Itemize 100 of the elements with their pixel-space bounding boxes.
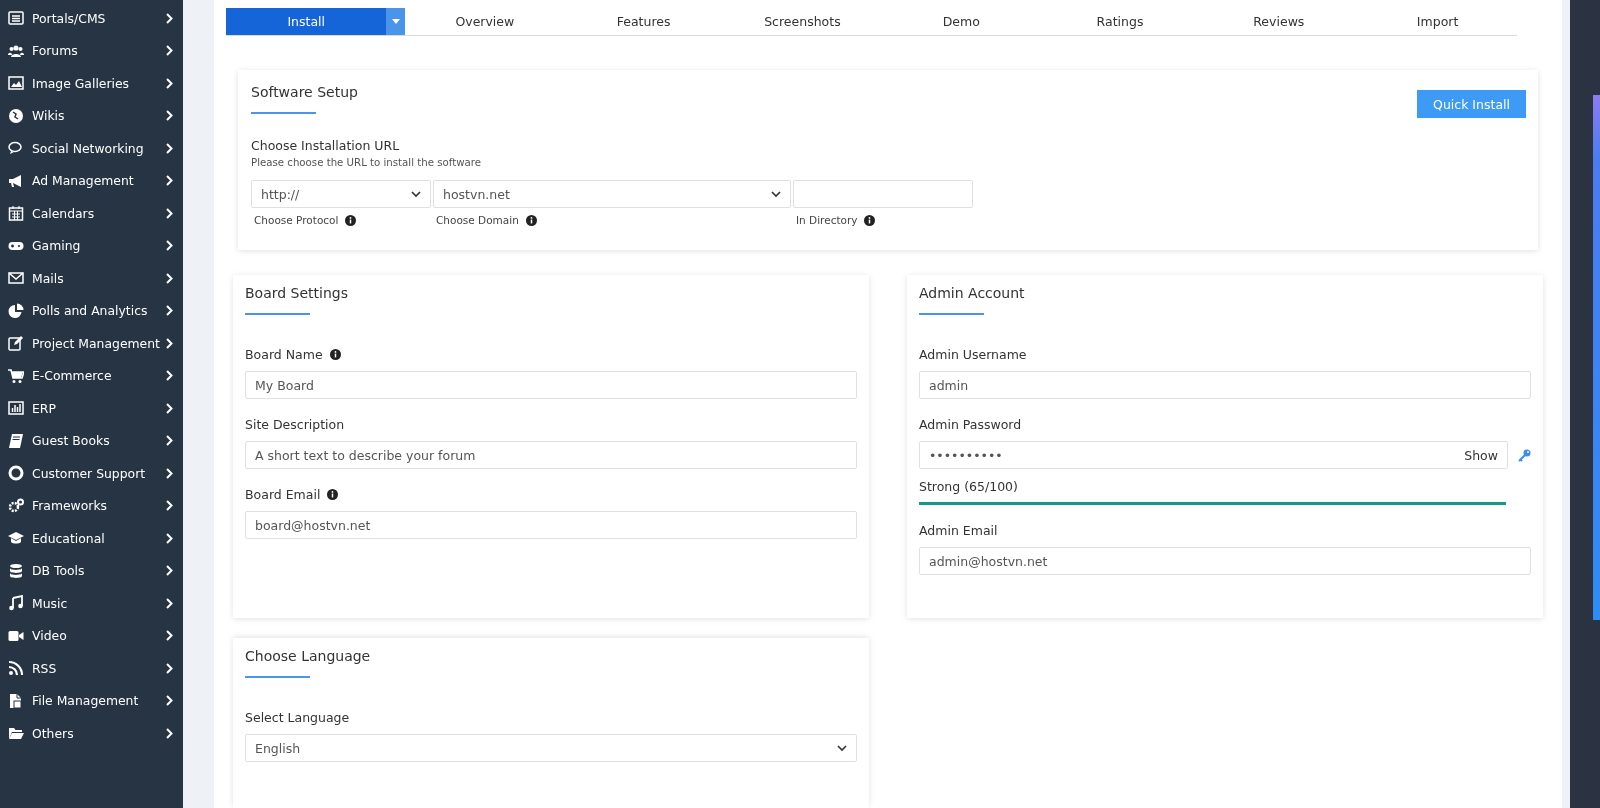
card-title: Board Settings <box>245 284 350 303</box>
field-caption: Choose Protocol <box>254 214 339 226</box>
chevron-right-icon <box>166 12 173 24</box>
sidebar-item[interactable]: Mails <box>0 262 183 295</box>
chevron-right-icon <box>166 305 173 317</box>
sidebar-item[interactable]: ERP <box>0 392 183 425</box>
rss-icon <box>8 660 24 677</box>
book-icon <box>8 432 24 449</box>
sidebar-item[interactable]: Educational <box>0 522 183 555</box>
input-field[interactable] <box>793 180 973 208</box>
megaphone-icon <box>8 172 24 189</box>
tab[interactable]: Install <box>226 8 387 35</box>
chevron-right-icon <box>166 597 173 609</box>
field-label: Select Language <box>245 709 350 725</box>
chevron-right-icon <box>166 207 173 219</box>
sidebar-item[interactable]: Project Management <box>0 327 183 360</box>
title-underline <box>251 112 316 114</box>
field-label: Admin Username <box>919 346 1027 362</box>
card-title: Choose Language <box>245 647 372 666</box>
sidebar-item[interactable]: DB Tools <box>0 554 183 587</box>
sidebar-item[interactable]: Ad Management <box>0 164 183 197</box>
sidebar-item[interactable]: Gaming <box>0 229 183 262</box>
sidebar-item[interactable]: Social Networking <box>0 132 183 165</box>
caret-icon <box>771 190 781 198</box>
sidebar-item[interactable]: Others <box>0 717 183 750</box>
info-icon[interactable] <box>525 214 537 226</box>
input-field[interactable]: admin@hostvn.net <box>919 547 1531 575</box>
lifebuoy-icon <box>8 465 24 482</box>
field-caption: Choose Domain <box>436 214 519 226</box>
chevron-right-icon <box>166 240 173 252</box>
chevron-right-icon <box>166 435 173 447</box>
key-icon[interactable] <box>1518 448 1531 462</box>
chevron-right-icon <box>166 142 173 154</box>
tab[interactable]: Screenshots <box>723 8 882 35</box>
sidebar-item[interactable]: Calendars <box>0 197 183 230</box>
chevron-right-icon <box>166 500 173 512</box>
caret-icon <box>391 19 400 24</box>
chevron-right-icon <box>166 110 173 122</box>
chevron-right-icon <box>166 337 173 349</box>
info-icon[interactable] <box>345 214 357 226</box>
music-note-icon <box>8 595 24 612</box>
envelope-icon <box>8 270 24 287</box>
show-password-toggle[interactable]: Show <box>1464 447 1498 463</box>
chevron-right-icon <box>166 695 173 707</box>
input-field[interactable]: My Board <box>245 371 857 399</box>
chevron-right-icon <box>166 175 173 187</box>
card-title: Admin Account <box>919 284 1026 303</box>
pie-chart-icon <box>8 302 24 319</box>
tab[interactable]: Reviews <box>1199 8 1359 35</box>
tab[interactable]: Demo <box>881 8 1041 35</box>
sidebar-item[interactable]: Portals/CMS <box>0 2 183 35</box>
edit-icon <box>8 335 24 352</box>
info-icon[interactable] <box>327 488 339 500</box>
sidebar-item[interactable]: Polls and Analytics <box>0 294 183 327</box>
sidebar-item[interactable]: Guest Books <box>0 424 183 457</box>
section-label: Choose Installation URL <box>251 138 401 153</box>
image-icon <box>8 75 24 92</box>
hint-text: Please choose the URL to install the software <box>251 157 482 168</box>
list-icon <box>8 10 24 27</box>
file-icon <box>8 692 24 709</box>
calendar-icon <box>8 205 24 222</box>
chevron-right-icon <box>166 727 173 739</box>
tab[interactable]: Ratings <box>1040 8 1200 35</box>
sidebar-item[interactable]: Frameworks <box>0 489 183 522</box>
sidebar-item[interactable]: RSS <box>0 652 183 685</box>
title-underline <box>245 676 310 678</box>
sidebar-item[interactable]: Image Galleries <box>0 67 183 100</box>
chevron-right-icon <box>166 402 173 414</box>
sidebar-item[interactable]: Forums <box>0 34 183 67</box>
chevron-right-icon <box>166 662 173 674</box>
sidebar-item[interactable]: Music <box>0 587 183 620</box>
sidebar-item[interactable]: Wikis <box>0 99 183 132</box>
info-icon[interactable] <box>329 348 341 360</box>
users-icon <box>8 42 24 59</box>
dropdown-select[interactable]: hostvn.net <box>433 180 791 208</box>
tab[interactable]: Import <box>1358 8 1517 35</box>
input-field[interactable]: A short text to describe your forum <box>245 441 857 469</box>
card-title: Software Setup <box>251 83 358 102</box>
chevron-right-icon <box>166 532 173 544</box>
sidebar-item[interactable]: E-Commerce <box>0 359 183 392</box>
sidebar-item[interactable]: Customer Support <box>0 457 183 490</box>
chevron-right-icon <box>166 77 173 89</box>
chevron-right-icon <box>166 565 173 577</box>
dropdown-select[interactable]: http:// <box>251 180 431 208</box>
input-field[interactable]: board@hostvn.net <box>245 511 857 539</box>
dropdown-select[interactable]: English <box>245 734 857 762</box>
chevron-right-icon <box>166 467 173 479</box>
caret-icon <box>411 190 421 198</box>
sidebar-item[interactable]: File Management <box>0 684 183 717</box>
dropdown-button[interactable] <box>386 8 406 35</box>
info-icon[interactable] <box>864 214 876 226</box>
tab[interactable]: Features <box>564 8 724 35</box>
title-underline <box>245 313 310 315</box>
password-field[interactable]: •••••••••• Show <box>919 441 1508 469</box>
sidebar-item[interactable]: Video <box>0 619 183 652</box>
field-label: Board Name <box>245 346 323 362</box>
tab[interactable]: Overview <box>405 8 565 35</box>
field-label: Site Description <box>245 416 345 432</box>
strength-text: Strong (65/100) <box>919 479 1019 494</box>
input-field[interactable]: admin <box>919 371 1531 399</box>
